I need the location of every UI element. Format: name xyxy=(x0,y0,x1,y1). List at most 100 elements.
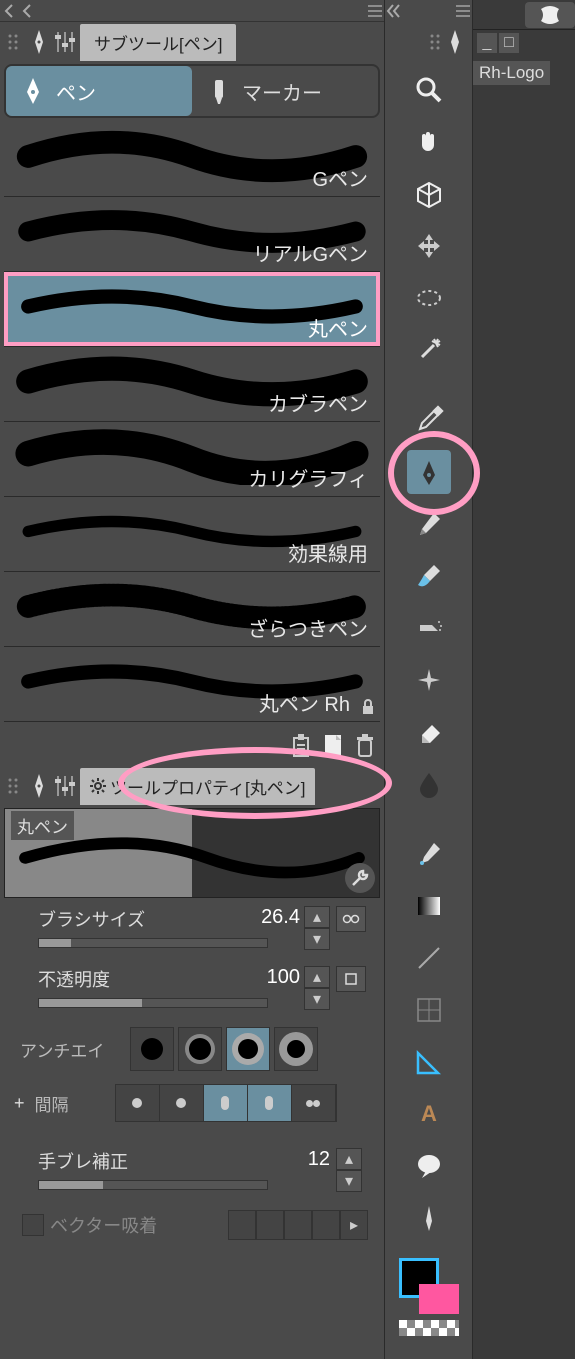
drag-grip-icon[interactable] xyxy=(4,25,24,59)
prop-stabilize: 手ブレ補正 12 ▴▾ xyxy=(38,1148,374,1190)
brush-list: Gペン リアルGペン 丸ペン カブラペン カリグラフィ 効果線用 xyxy=(4,122,380,722)
brush-icon[interactable] xyxy=(407,554,451,598)
spacing-option[interactable] xyxy=(116,1085,160,1121)
mid-tab xyxy=(385,22,472,62)
panel-menu-icon[interactable] xyxy=(454,1,472,21)
prop-track[interactable] xyxy=(38,998,268,1008)
chevron-left-icon[interactable] xyxy=(0,1,18,21)
sparkle-icon[interactable] xyxy=(407,658,451,702)
lock-icon xyxy=(360,699,376,715)
brush-item[interactable]: リアルGペン xyxy=(4,197,380,272)
trash-button[interactable] xyxy=(350,729,380,763)
antialias-option[interactable] xyxy=(178,1027,222,1071)
spinner[interactable]: ▴▾ xyxy=(304,906,330,932)
slider-icon[interactable] xyxy=(54,769,76,803)
pressure-button[interactable] xyxy=(336,906,366,932)
pencil-icon[interactable] xyxy=(407,502,451,546)
tab-marker[interactable]: マーカー xyxy=(192,66,378,116)
magnifier-icon[interactable] xyxy=(407,68,451,112)
spacing-option[interactable] xyxy=(248,1085,292,1121)
drag-grip-icon[interactable] xyxy=(426,25,446,59)
pen-tool-icon[interactable] xyxy=(407,450,451,494)
drag-grip-icon[interactable] xyxy=(4,769,24,803)
move-arrows-icon[interactable] xyxy=(407,224,451,268)
tab-pen[interactable]: ペン xyxy=(6,66,192,116)
text-icon[interactable]: A xyxy=(407,1092,451,1136)
marker-icon xyxy=(206,74,232,108)
file-tab-row: Rh-Logo xyxy=(473,60,575,86)
new-button[interactable] xyxy=(318,729,348,763)
pipette-icon[interactable] xyxy=(407,398,451,442)
antialias-option[interactable] xyxy=(274,1027,318,1071)
color-swatch[interactable] xyxy=(399,1258,459,1328)
line-icon[interactable] xyxy=(407,936,451,980)
brush-item[interactable]: カブラペン xyxy=(4,347,380,422)
clipboard-button[interactable] xyxy=(286,729,316,763)
airbrush-icon[interactable] xyxy=(407,606,451,650)
preview-name: 丸ペン xyxy=(11,811,74,840)
antialias-option[interactable] xyxy=(130,1027,174,1071)
hand-icon[interactable] xyxy=(407,120,451,164)
pen-nib-icon xyxy=(446,28,464,56)
vector-btn[interactable] xyxy=(312,1210,340,1240)
dip-pen-icon[interactable] xyxy=(407,832,451,876)
wrench-button[interactable] xyxy=(345,863,375,893)
brush-item[interactable]: 効果線用 xyxy=(4,497,380,572)
slider-icon[interactable] xyxy=(54,25,76,59)
vector-checkbox[interactable] xyxy=(22,1214,44,1236)
spacing-option[interactable] xyxy=(292,1085,336,1121)
blade-icon[interactable] xyxy=(407,1196,451,1240)
prop-opacity: 不透明度 100 ▴▾ xyxy=(38,966,374,1008)
brush-item[interactable]: ざらつきペン xyxy=(4,572,380,647)
maximize-icon[interactable]: □ xyxy=(499,33,519,53)
eraser-icon[interactable] xyxy=(407,710,451,754)
antialias-option[interactable] xyxy=(226,1027,270,1071)
tab-label: ペン xyxy=(56,77,96,106)
prop-value[interactable]: 12 xyxy=(308,1148,330,1171)
spacing-option[interactable] xyxy=(204,1085,248,1121)
spinner[interactable]: ▴▾ xyxy=(304,966,330,992)
prop-label: アンチエイ xyxy=(20,1037,130,1062)
wand-icon[interactable] xyxy=(407,328,451,372)
vector-more[interactable]: ▸ xyxy=(340,1210,368,1240)
ellipse-select-icon[interactable] xyxy=(407,276,451,320)
chevron-left-icon[interactable] xyxy=(18,1,36,21)
right-window-row: _ □ xyxy=(473,30,575,56)
panel-topbar xyxy=(0,0,384,22)
title-text: ツールプロパティ[丸ペン] xyxy=(110,774,305,799)
minimize-icon[interactable]: _ xyxy=(477,33,497,53)
ink-icon[interactable] xyxy=(407,762,451,806)
svg-text:A: A xyxy=(421,1101,437,1126)
brush-label: カブラペン xyxy=(268,388,368,417)
triangle-ruler-icon[interactable] xyxy=(407,1040,451,1084)
brush-item-selected[interactable]: 丸ペン xyxy=(4,272,380,347)
chevron-dbl-left-icon[interactable] xyxy=(385,1,403,21)
cube-icon[interactable] xyxy=(407,172,451,216)
prop-track[interactable] xyxy=(38,1180,268,1190)
prop-value[interactable]: 26.4 xyxy=(261,906,300,929)
vector-btn[interactable] xyxy=(256,1210,284,1240)
prop-value[interactable]: 100 xyxy=(267,966,300,989)
vector-btn[interactable] xyxy=(228,1210,256,1240)
subtool-bottombar xyxy=(0,726,384,766)
spacing-option[interactable] xyxy=(160,1085,204,1121)
csp-logo-icon[interactable] xyxy=(525,2,575,28)
balloon-icon[interactable] xyxy=(407,1144,451,1188)
brush-item[interactable]: カリグラフィ xyxy=(4,422,380,497)
panel-menu-icon[interactable] xyxy=(366,1,384,21)
pen-category-tabs: ペン マーカー xyxy=(4,64,380,118)
brush-label: カリグラフィ xyxy=(248,463,368,492)
vector-btn[interactable] xyxy=(284,1210,312,1240)
brush-item[interactable]: Gペン xyxy=(4,122,380,197)
blend-button[interactable] xyxy=(336,966,366,992)
gradient-icon[interactable] xyxy=(407,884,451,928)
ruler-grid-icon[interactable] xyxy=(407,988,451,1032)
tool-property-tabbar: ツールプロパティ[丸ペン] xyxy=(0,766,384,806)
expand-icon[interactable]: + xyxy=(14,1093,25,1114)
prop-track[interactable] xyxy=(38,938,268,948)
prop-vector-snap: ベクター吸着 ▸ xyxy=(10,1210,374,1240)
properties-panel: ブラシサイズ 26.4 ▴▾ 不透明度 100 ▴▾ アンチエイ xyxy=(4,906,380,1240)
brush-item[interactable]: 丸ペン Rh xyxy=(4,647,380,722)
file-tab[interactable]: Rh-Logo xyxy=(473,61,550,85)
spinner[interactable]: ▴▾ xyxy=(336,1148,362,1174)
